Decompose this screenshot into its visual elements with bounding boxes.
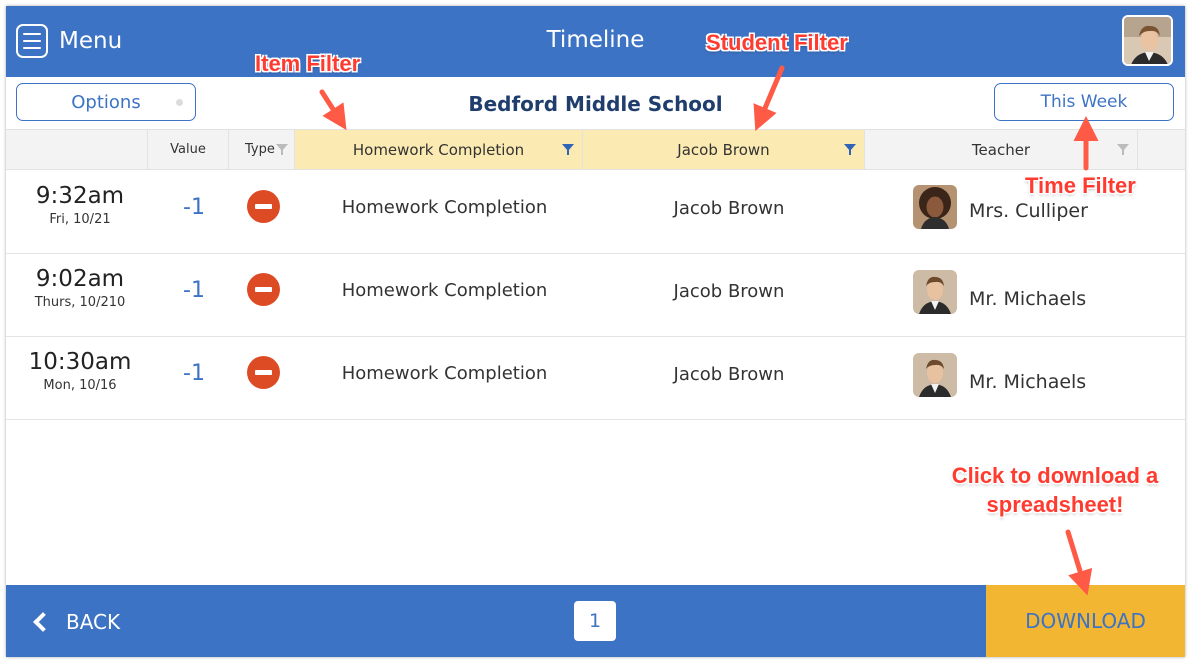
page-title: Timeline (546, 27, 645, 53)
filter-row: Options Bedford Middle School This Week (6, 77, 1185, 129)
teacher-name: Mrs. Culliper (969, 200, 1088, 222)
table-header: Value Type Homework Completion Jacob Bro… (6, 129, 1185, 170)
funnel-icon[interactable] (1117, 144, 1129, 155)
value-label: -1 (183, 278, 205, 303)
header-type-label: Type (245, 142, 275, 157)
value-label: -1 (183, 361, 205, 386)
table-row[interactable]: 10:30am Mon, 10/16 -1 Homework Completio… (6, 337, 1185, 420)
row-time: 9:32am Fri, 10/21 (6, 183, 154, 227)
teacher-name: Mr. Michaels (969, 371, 1087, 393)
options-button[interactable]: Options (16, 83, 196, 121)
value-label: -1 (183, 195, 205, 220)
download-button[interactable]: DOWNLOAD (986, 585, 1185, 657)
top-bar: Menu Timeline (6, 6, 1185, 77)
time-label: 10:30am (28, 349, 132, 375)
header-teacher[interactable]: Teacher (865, 130, 1138, 169)
header-time (6, 130, 148, 169)
time-label: 9:32am (35, 183, 125, 209)
time-filter-button[interactable]: This Week (994, 83, 1174, 121)
minus-circle-icon (247, 190, 280, 223)
header-item-label: Homework Completion (352, 140, 525, 159)
back-button[interactable]: BACK (30, 607, 120, 637)
timeline-window: Menu Timeline Options Bedford Middle Sch… (6, 6, 1185, 657)
student-label: Jacob Brown (673, 281, 785, 302)
date-label: Thurs, 10/210 (34, 295, 126, 310)
table-row[interactable]: 9:32am Fri, 10/21 -1 Homework Completion… (6, 171, 1185, 254)
header-student-filter[interactable]: Jacob Brown (583, 130, 865, 169)
funnel-icon[interactable] (562, 144, 574, 155)
student-label: Jacob Brown (673, 364, 785, 385)
header-teacher-label: Teacher (971, 140, 1031, 159)
table-row[interactable]: 9:02am Thurs, 10/210 -1 Homework Complet… (6, 254, 1185, 337)
header-value[interactable]: Value (148, 130, 229, 169)
header-item-filter[interactable]: Homework Completion (295, 130, 583, 169)
teacher-name: Mr. Michaels (969, 288, 1087, 310)
header-student-label: Jacob Brown (677, 140, 770, 159)
teacher-avatar (913, 353, 957, 397)
funnel-icon[interactable] (276, 144, 288, 155)
item-label: Homework Completion (341, 197, 548, 218)
header-value-label: Value (170, 142, 206, 157)
item-label: Homework Completion (341, 363, 548, 384)
date-label: Mon, 10/16 (43, 378, 117, 393)
student-label: Jacob Brown (673, 198, 785, 219)
page-number[interactable]: 1 (574, 601, 616, 641)
time-label: 9:02am (35, 266, 125, 292)
minus-circle-icon (247, 356, 280, 389)
teacher-avatar (913, 185, 957, 229)
row-time: 9:02am Thurs, 10/210 (6, 266, 154, 310)
teacher-avatar (913, 270, 957, 314)
footer-bar: BACK 1 DOWNLOAD (6, 585, 1185, 657)
minus-circle-icon (247, 273, 280, 306)
user-avatar[interactable] (1122, 15, 1173, 66)
options-indicator-dot (176, 99, 183, 106)
item-label: Homework Completion (341, 280, 548, 301)
header-type[interactable]: Type (229, 130, 295, 169)
row-time: 10:30am Mon, 10/16 (6, 349, 154, 393)
date-label: Fri, 10/21 (49, 212, 111, 227)
options-label: Options (71, 91, 141, 113)
funnel-icon[interactable] (844, 144, 856, 155)
chevron-left-icon (33, 612, 53, 632)
back-label: BACK (66, 610, 121, 634)
